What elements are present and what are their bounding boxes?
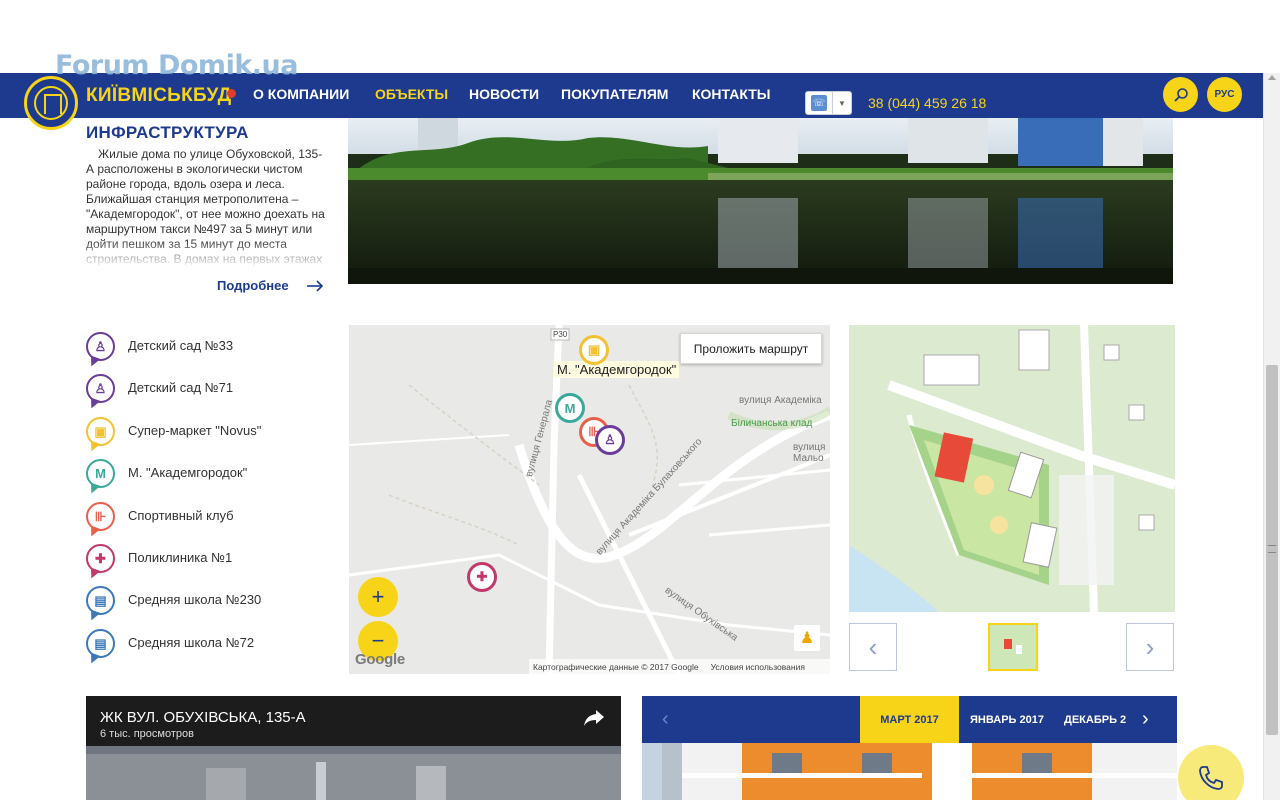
metro-icon: M	[86, 459, 115, 488]
timeline-month[interactable]: ЯНВАРЬ 2017	[970, 696, 1044, 743]
legend-label: Поликлиника №1	[128, 550, 233, 565]
kids-icon: ♙	[86, 374, 115, 403]
search-button[interactable]	[1163, 77, 1198, 112]
nav-about[interactable]: О КОМПАНИИ	[253, 86, 349, 102]
scrollbar[interactable]	[1263, 73, 1280, 800]
legend-item-supermarket[interactable]: ▣ Супер-маркет "Novus"	[86, 417, 326, 457]
phone-selector[interactable]: ☏ ▼	[805, 91, 852, 115]
google-map[interactable]: Р30 вулиця Академіка Біличанська клад ву…	[349, 325, 830, 674]
legend-label: Детский сад №71	[128, 380, 234, 395]
gallery-prev-button[interactable]: ‹	[849, 623, 897, 671]
legend-label: Детский сад №33	[128, 338, 234, 353]
timeline-next-icon[interactable]: ›	[1142, 708, 1149, 731]
phone-call-icon	[1199, 766, 1223, 790]
metro-map-label: М. "Академгородок"	[554, 361, 680, 378]
nav-news[interactable]: НОВОСТИ	[469, 86, 539, 102]
arrow-right-icon[interactable]	[306, 280, 324, 292]
more-link[interactable]: Подробнее	[217, 278, 289, 293]
site-plan-image[interactable]	[849, 325, 1175, 612]
logo-emblem[interactable]	[24, 76, 78, 130]
legend-item-kindergarten-71[interactable]: ♙ Детский сад №71	[86, 374, 326, 414]
legend-label: Супер-маркет "Novus"	[128, 423, 262, 438]
map-data-credit: Картографические данные © 2017 Google	[533, 661, 699, 672]
book-icon: ▤	[86, 629, 115, 658]
kids-icon: ♙	[604, 432, 616, 447]
video-title[interactable]: ЖК ВУЛ. ОБУХІВСЬКА, 135-А	[100, 709, 306, 726]
legend-item-kindergarten-33[interactable]: ♙ Детский сад №33	[86, 332, 326, 372]
construction-timeline: ‹ МАРТ 2017 ЯНВАРЬ 2017 ДЕКАБРЬ 2 ›	[642, 696, 1177, 800]
site-plan-drawing	[849, 325, 1175, 612]
nav-contacts[interactable]: КОНТАКТЫ	[692, 86, 770, 102]
timeline-prev-icon[interactable]: ‹	[662, 708, 669, 731]
nav-buyers[interactable]: ПОКУПАТЕЛЯМ	[561, 86, 668, 102]
legend-label: Средняя школа №72	[128, 635, 255, 650]
logo-text[interactable]: КИЇВМІСЬКБУД	[86, 85, 231, 107]
legend-label: Средняя школа №230	[128, 592, 262, 607]
book-icon: ▤	[86, 586, 115, 615]
metro-icon: M	[564, 400, 576, 416]
medical-icon: ✚	[476, 569, 488, 584]
terms-link[interactable]: Условия использования	[711, 662, 805, 672]
phone-number[interactable]: 38 (044) 459 26 18	[868, 95, 986, 111]
scroll-grip	[1268, 545, 1276, 553]
video-views: 6 тыс. просмотров	[100, 728, 194, 740]
scroll-up-arrow[interactable]	[1268, 75, 1276, 80]
chevron-down-icon: ▼	[832, 92, 851, 114]
timeline-month[interactable]: ДЕКАБРЬ 2	[1064, 696, 1132, 743]
construction-photo	[642, 743, 1177, 800]
map-pin-clinic[interactable]: ✚	[467, 562, 497, 592]
dumbbell-icon: ⊪	[86, 502, 115, 531]
legend-label: Спортивный клуб	[128, 508, 234, 523]
legend-label: М. "Академгородок"	[128, 465, 248, 480]
gallery-next-button[interactable]: ›	[1126, 623, 1174, 671]
legend-item-school-230[interactable]: ▤ Средняя школа №230	[86, 586, 326, 626]
language-button[interactable]: РУС	[1207, 77, 1242, 112]
search-icon	[1173, 87, 1188, 102]
share-icon[interactable]	[583, 708, 605, 728]
legend-item-metro[interactable]: M М. "Академгородок"	[86, 459, 326, 499]
infrastructure-title: ИНФРАСТРУКТУРА	[86, 123, 249, 142]
thumbnail-drawing	[990, 625, 1036, 669]
zoom-in-button[interactable]: +	[358, 577, 398, 617]
map-pin-metro[interactable]: M	[555, 393, 585, 423]
lake-photo	[348, 118, 1173, 284]
google-logo: Google	[355, 651, 405, 668]
logo-building-icon	[34, 86, 68, 120]
gallery-thumbnail[interactable]	[988, 623, 1038, 671]
shopping-bag-icon: ▣	[587, 342, 601, 357]
street-view-icon[interactable]: ♟	[794, 625, 820, 651]
route-button[interactable]: Проложить маршрут	[680, 333, 822, 364]
logo-dot	[227, 89, 236, 98]
street-label: Біличанська клад	[731, 418, 813, 429]
street-label: вулиця Мальо	[793, 442, 826, 464]
map-pin-supermarket[interactable]: ▣	[579, 335, 609, 365]
text-fade	[86, 240, 326, 268]
video-player[interactable]: ЖК ВУЛ. ОБУХІВСЬКА, 135-А 6 тыс. просмот…	[86, 696, 621, 800]
nav-objects[interactable]: ОБЪЕКТЫ	[375, 86, 448, 102]
map-pin-kindergarten[interactable]: ♙	[595, 425, 625, 455]
medical-icon: ✚	[86, 544, 115, 573]
road-label: Р30	[553, 330, 568, 339]
shopping-bag-icon: ▣	[86, 417, 115, 446]
map-credits: Картографические данные © 2017 Google Ус…	[529, 659, 830, 674]
kids-icon: ♙	[86, 332, 115, 361]
watermark: Forum Domik.ua	[55, 50, 298, 81]
legend-item-sport-club[interactable]: ⊪ Спортивный клуб	[86, 502, 326, 542]
legend-item-clinic[interactable]: ✚ Поликлиника №1	[86, 544, 326, 584]
page: Forum Domik.ua КИЇВМІСЬКБУД О КОМПАНИИ О…	[0, 0, 1280, 800]
timeline-month-active[interactable]: МАРТ 2017	[860, 696, 959, 743]
legend-item-school-72[interactable]: ▤ Средняя школа №72	[86, 629, 326, 669]
phone-icon: ☏	[806, 92, 832, 114]
callback-button[interactable]	[1178, 745, 1244, 800]
street-label: вулиця Академіка	[739, 395, 822, 406]
